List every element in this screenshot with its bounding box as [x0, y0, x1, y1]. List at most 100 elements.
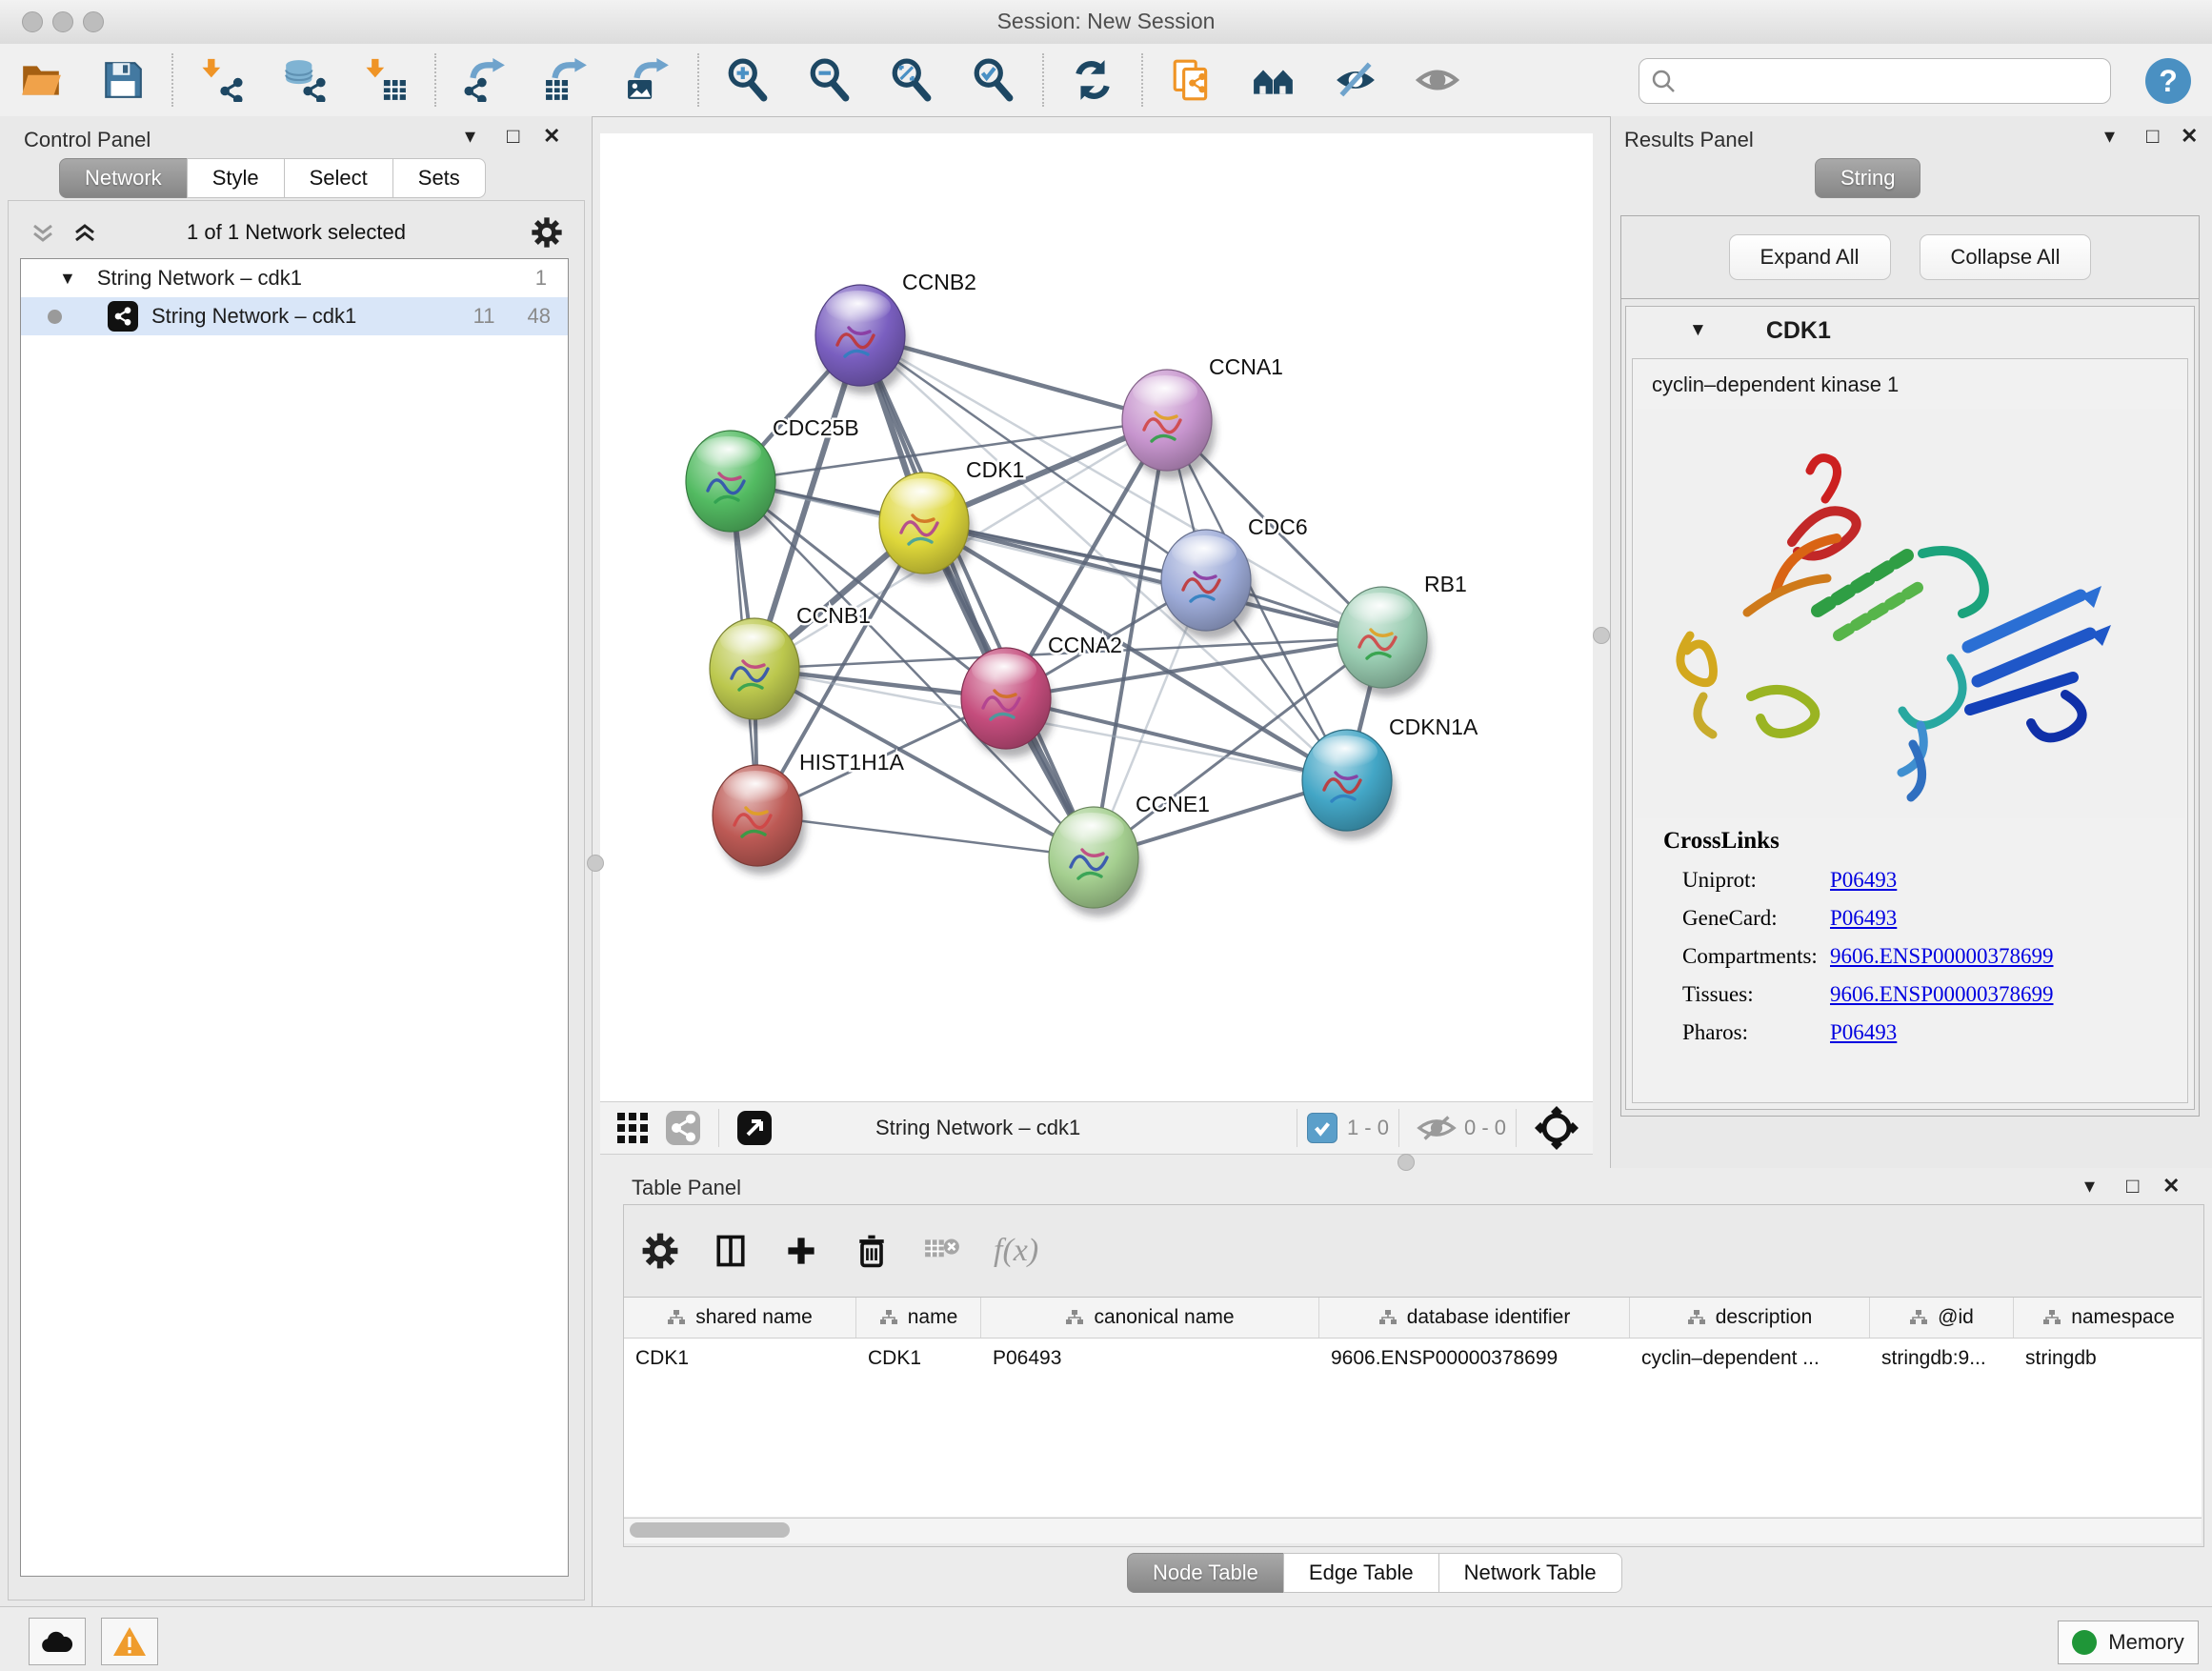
hide-selected-eye-icon[interactable]: [1330, 54, 1381, 106]
column-header-description[interactable]: description: [1630, 1298, 1870, 1338]
hidden-eye-icon: [1417, 1114, 1457, 1142]
column-header-databaseidentifier[interactable]: database identifier: [1319, 1298, 1630, 1338]
table-panel: Table Panel ▾ □ ✕ f(x) shared namenameca…: [593, 1168, 2212, 1606]
close-panel-icon[interactable]: ✕: [543, 124, 560, 149]
open-session-folder-icon[interactable]: [15, 54, 67, 106]
tab-edge-table[interactable]: Edge Table: [1283, 1553, 1439, 1593]
network-node-CCNE1[interactable]: [1049, 807, 1142, 916]
import-table-icon[interactable]: [360, 54, 412, 106]
import-network-icon[interactable]: [196, 54, 248, 106]
network-row[interactable]: String Network – cdk1 11 48: [21, 297, 568, 335]
crosslink-value-link[interactable]: 9606.ENSP00000378699: [1830, 982, 2054, 1007]
tab-string[interactable]: String: [1815, 158, 1920, 198]
undock-results-icon[interactable]: □: [2146, 124, 2159, 149]
scrollbar-thumb[interactable]: [630, 1522, 790, 1538]
add-column-icon[interactable]: [782, 1232, 820, 1270]
cloud-button[interactable]: [29, 1618, 86, 1665]
network-node-CDK1[interactable]: [879, 473, 973, 582]
network-view-toolbar: String Network – cdk1 1 - 0 0 - 0: [600, 1101, 1593, 1155]
network-node-CCNB1[interactable]: [710, 618, 803, 728]
delete-column-icon[interactable]: [853, 1232, 891, 1270]
expand-all-button[interactable]: Expand All: [1729, 234, 1891, 280]
network-edge[interactable]: [1006, 698, 1347, 780]
tab-network[interactable]: Network: [59, 158, 188, 198]
gear-icon[interactable]: [641, 1232, 679, 1270]
network-collection-row[interactable]: ▼ String Network – cdk1 1: [21, 259, 568, 297]
float-results-icon[interactable]: ▾: [2104, 124, 2115, 149]
table-row[interactable]: CDK1CDK1P064939606.ENSP00000378699cyclin…: [624, 1339, 2202, 1379]
tab-node-table[interactable]: Node Table: [1127, 1553, 1284, 1593]
crosslink-value-link[interactable]: P06493: [1830, 906, 1897, 931]
network-edge[interactable]: [924, 523, 1382, 637]
left-splitter-handle[interactable]: [587, 855, 604, 872]
crosslink-value-link[interactable]: P06493: [1830, 868, 1897, 893]
table-horizontal-scrollbar[interactable]: [624, 1518, 2202, 1543]
clone-network-icon[interactable]: [1166, 54, 1217, 106]
column-header-canonicalname[interactable]: canonical name: [981, 1298, 1319, 1338]
column-header-id[interactable]: @id: [1870, 1298, 2014, 1338]
crosslink-value-link[interactable]: 9606.ENSP00000378699: [1830, 944, 2054, 969]
network-node-HIST1H1A[interactable]: [713, 765, 806, 875]
network-options-gear-icon[interactable]: [531, 216, 563, 253]
collection-expand-icon[interactable]: ▼: [59, 269, 76, 289]
tab-style[interactable]: Style: [187, 158, 285, 198]
undock-panel-icon[interactable]: □: [507, 124, 519, 149]
selected-checkbox-icon[interactable]: [1307, 1113, 1337, 1143]
protein-collapse-icon[interactable]: ▼: [1689, 320, 1707, 341]
crosslink-label: Uniprot:: [1682, 868, 1830, 893]
network-node-CDKN1A[interactable]: [1302, 730, 1396, 839]
network-edge[interactable]: [757, 815, 1094, 857]
toolbar-separator: [1042, 53, 1044, 107]
birds-eye-view-icon[interactable]: [736, 1110, 773, 1146]
close-table-icon[interactable]: ✕: [2162, 1174, 2180, 1198]
column-header-name[interactable]: name: [856, 1298, 981, 1338]
network-node-CCNA1[interactable]: [1122, 370, 1216, 479]
export-network-icon[interactable]: [459, 54, 511, 106]
houses-icon[interactable]: [1248, 54, 1299, 106]
show-all-eye-icon[interactable]: [1412, 54, 1463, 106]
zoom-in-icon[interactable]: [722, 54, 774, 106]
network-share-icon[interactable]: [665, 1110, 701, 1146]
hidden-node-edge-counts: 0 - 0: [1464, 1116, 1506, 1140]
float-panel-icon[interactable]: ▾: [465, 124, 475, 149]
search-input[interactable]: [1683, 63, 2110, 99]
warning-button[interactable]: [101, 1618, 158, 1665]
node-label-CCNB1: CCNB1: [796, 603, 871, 628]
help-button[interactable]: ?: [2145, 58, 2191, 104]
zoom-out-icon[interactable]: [804, 54, 855, 106]
network-canvas[interactable]: CCNB2CCNA1CDC25BCDK1CDC6RB1CCNB1CCNA2CDK…: [600, 133, 1593, 1101]
memory-button[interactable]: Memory: [2058, 1621, 2199, 1664]
control-panel: Control Panel ▾ □ ✕ NetworkStyleSelectSe…: [0, 116, 593, 1606]
network-edge[interactable]: [860, 335, 1094, 857]
export-image-icon[interactable]: [623, 54, 674, 106]
crosslink-value-link[interactable]: P06493: [1830, 1020, 1897, 1045]
node-label-CDK1: CDK1: [966, 457, 1024, 482]
collapse-all-button[interactable]: Collapse All: [1920, 234, 2092, 280]
tab-select[interactable]: Select: [284, 158, 393, 198]
tab-sets[interactable]: Sets: [392, 158, 486, 198]
import-network-database-icon[interactable]: [278, 54, 330, 106]
split-columns-icon[interactable]: [712, 1232, 750, 1270]
refresh-icon[interactable]: [1067, 54, 1118, 106]
node-label-CCNE1: CCNE1: [1136, 792, 1210, 816]
column-header-sharedname[interactable]: shared name: [624, 1298, 856, 1338]
fit-selection-crosshair-icon[interactable]: [1534, 1105, 1579, 1151]
undock-table-icon[interactable]: □: [2126, 1174, 2139, 1198]
column-header-namespace[interactable]: namespace: [2014, 1298, 2202, 1338]
float-table-icon[interactable]: ▾: [2084, 1174, 2095, 1198]
grid-view-icon[interactable]: [615, 1111, 650, 1145]
tab-network-table[interactable]: Network Table: [1438, 1553, 1622, 1593]
save-session-icon[interactable]: [97, 54, 149, 106]
node-table: shared namenamecanonical namedatabase id…: [624, 1297, 2202, 1517]
export-table-icon[interactable]: [541, 54, 593, 106]
zoom-fit-icon[interactable]: [886, 54, 937, 106]
network-node-CCNB2[interactable]: [815, 285, 909, 394]
network-node-CDC25B[interactable]: [686, 431, 779, 540]
network-type-icon: [108, 301, 138, 332]
right-splitter-handle[interactable]: [1593, 627, 1610, 644]
network-node-CCNA2[interactable]: [961, 648, 1055, 757]
network-node-RB1[interactable]: [1337, 587, 1431, 696]
zoom-selected-icon[interactable]: [968, 54, 1019, 106]
close-results-icon[interactable]: ✕: [2181, 124, 2198, 149]
bottom-splitter-handle[interactable]: [1398, 1154, 1415, 1171]
